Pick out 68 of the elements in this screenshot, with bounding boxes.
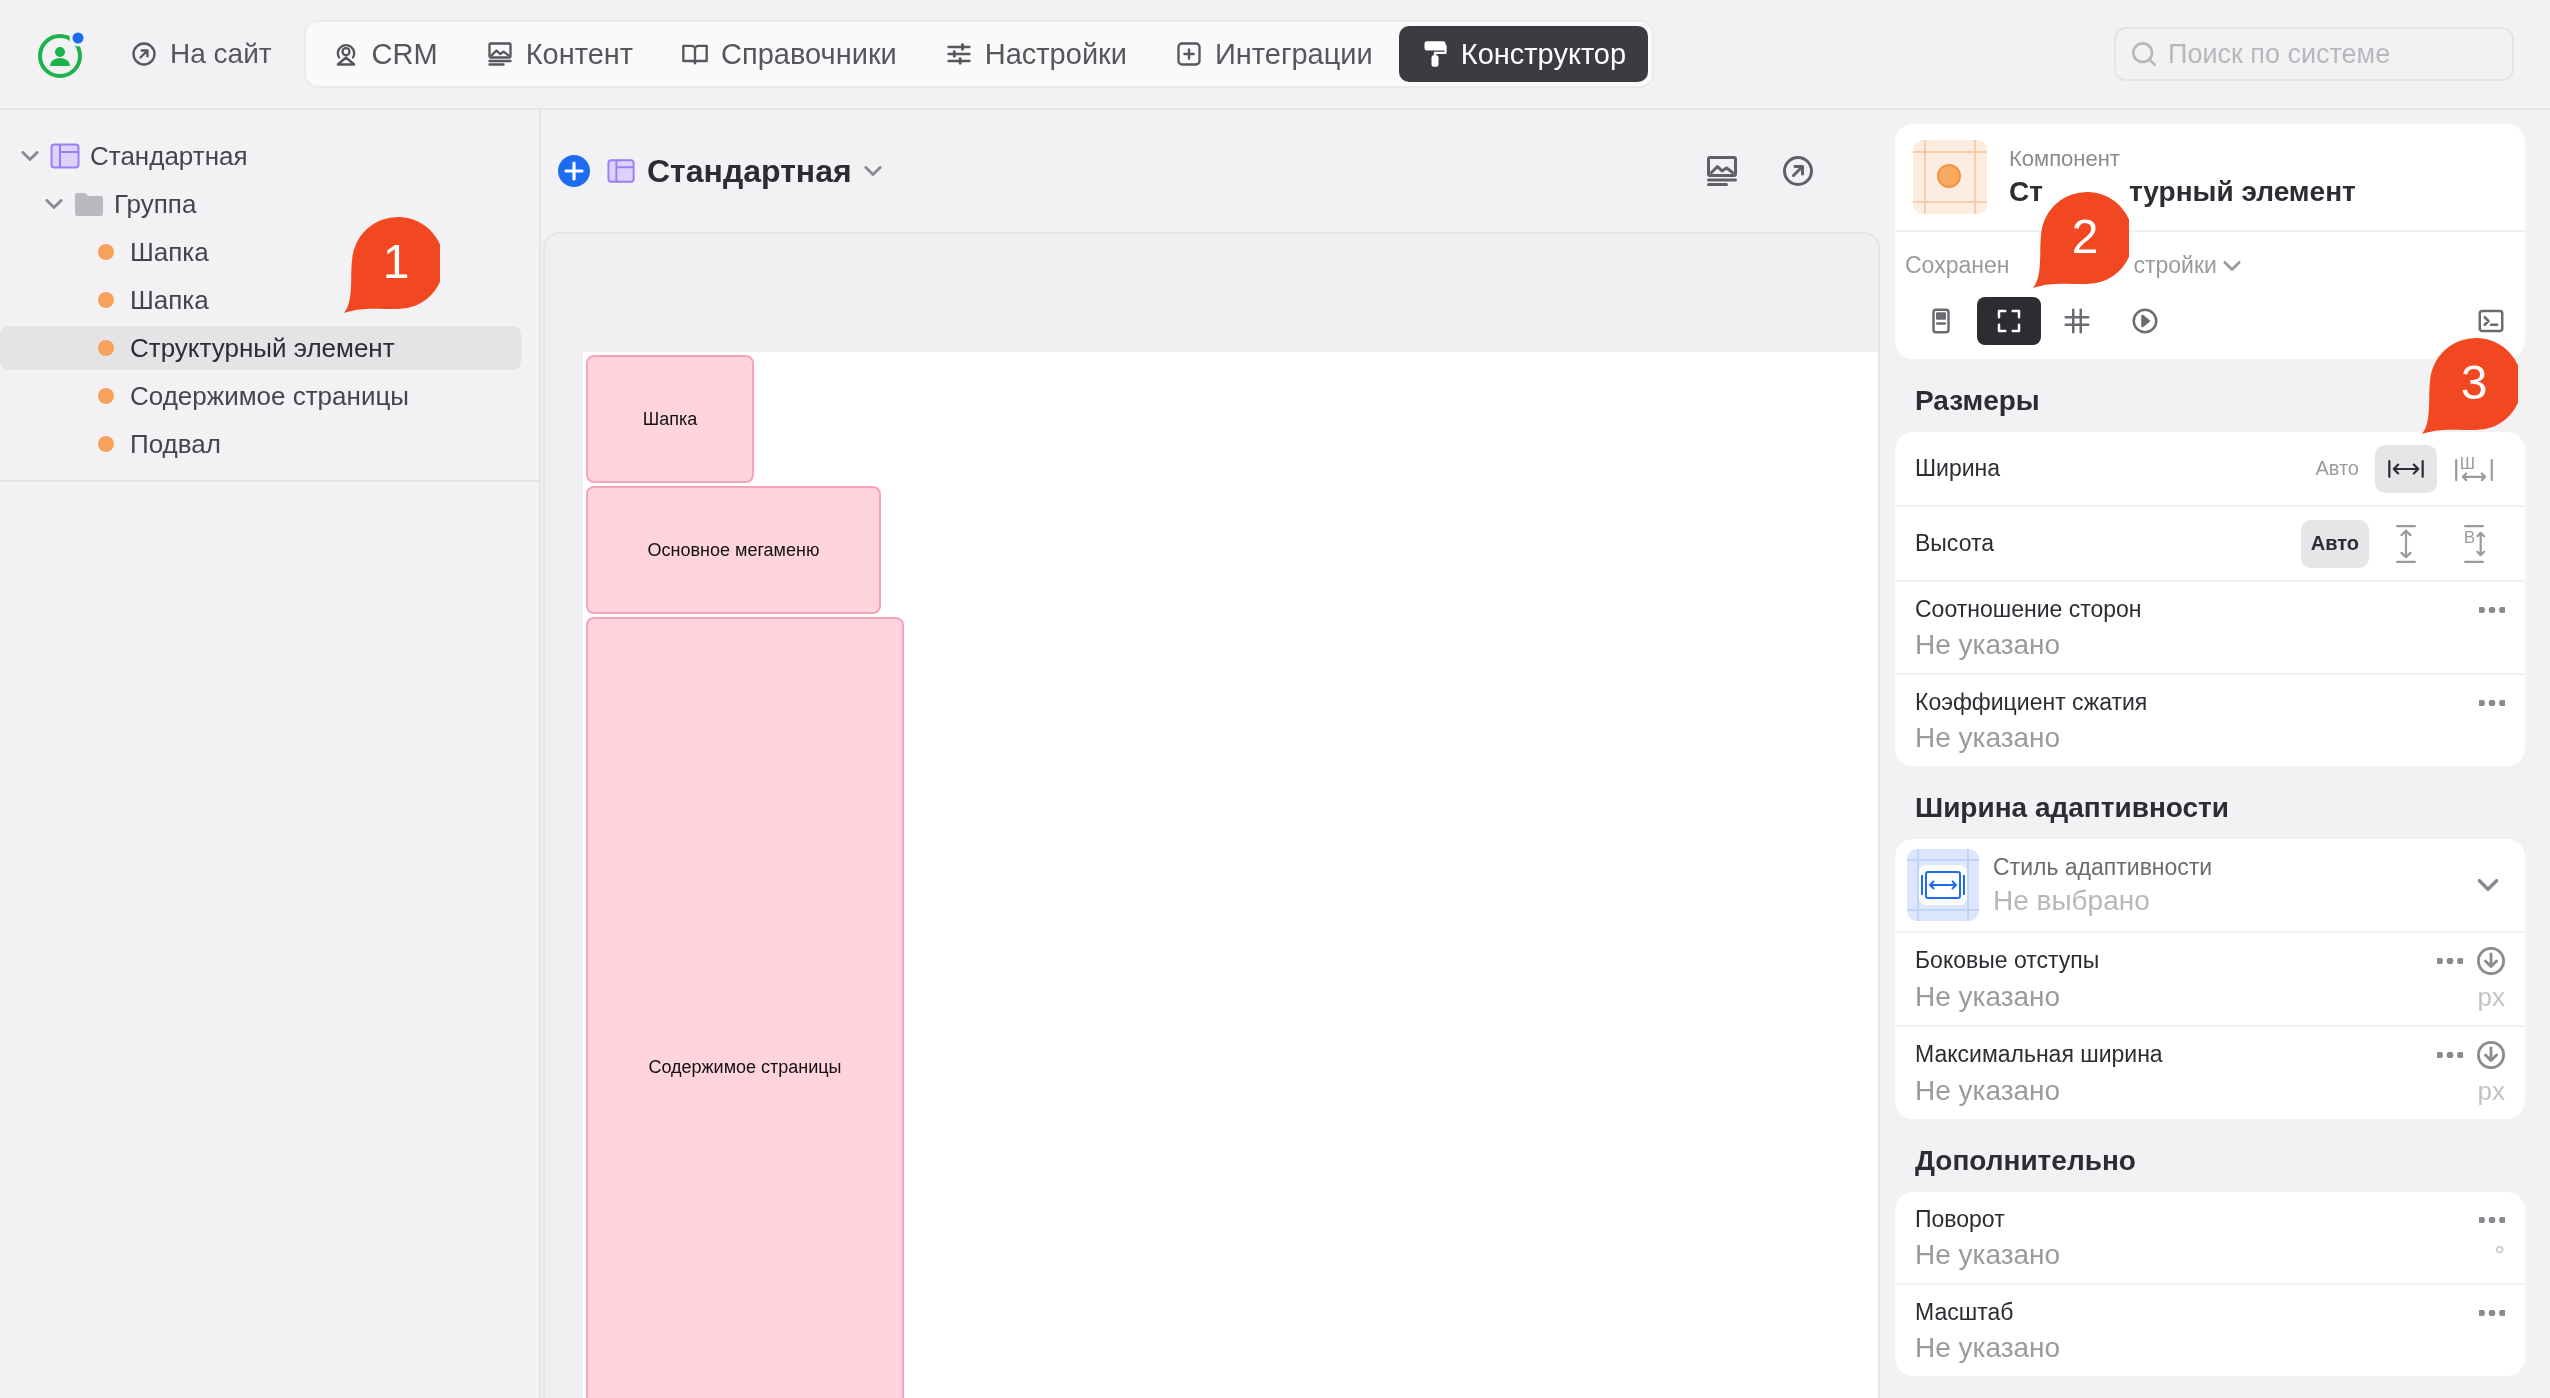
mode-icon-option[interactable] [2375,444,2437,493]
adaptive-width-icon [1907,849,1979,921]
nav-tab[interactable]: Контент [463,26,656,82]
tree-item[interactable]: Структурный элемент [0,326,521,370]
element-dot [98,340,114,356]
layout-icon [50,143,80,169]
add-icon[interactable] [557,154,591,188]
grid-icon [2062,306,2092,336]
site-link[interactable]: На сайт [112,26,290,82]
element-dot [98,292,114,308]
chevron-down-icon [2222,260,2241,271]
block[interactable]: Основное мегаменю [586,486,881,614]
chevron-down-icon [2477,879,2499,891]
open-link-icon [1780,153,1816,189]
field-label: Соотношение сторон [1915,596,2142,623]
element-dot [98,244,114,260]
play-icon [2130,306,2160,336]
tree-item[interactable]: Подвал [0,422,233,466]
unit-label: px [2477,982,2505,1013]
search-icon [2132,42,2156,66]
unit-label: px [2477,1076,2505,1107]
nav-tab[interactable]: Справочники [659,26,919,82]
mode-option[interactable]: Авто [2300,519,2369,568]
tree-item[interactable]: Содержимое страницы [0,374,421,418]
tree-item[interactable]: Шапка [0,230,221,274]
more-icon [2479,699,2505,706]
field-label: Ширина [1915,455,2001,482]
section-title: Размеры [1915,384,2040,418]
arrow-circle-icon [130,40,158,68]
component-icon [1913,140,1987,214]
field-label: Коэффициент сжатия [1915,689,2148,716]
layout-icon [607,158,635,184]
more-icon [2479,606,2505,613]
more-icon [2479,1309,2505,1316]
folder-icon [74,191,104,217]
component-name: турный элемент [2128,176,2356,207]
element-dot [98,388,114,404]
field-label: Высота [1915,530,1994,557]
field-label: Боковые отступы [1915,947,2100,975]
chevron-down-icon [863,166,882,176]
tool-tab[interactable] [1977,297,2041,345]
field-label: Максимальная ширина [1915,1041,2163,1069]
more-icon [2437,1052,2463,1058]
more-icon [2437,958,2463,964]
field-label: Масштаб [1915,1299,2014,1326]
preview-icon [1704,153,1740,189]
more-icon [2479,1216,2505,1223]
section-title: Ширина адаптивности [1915,791,2230,825]
unit-label: ° [2494,1240,2505,1271]
tree-item[interactable]: Группа [0,182,209,226]
component-caption: Компонент [2009,146,2121,172]
style-select[interactable]: Стиль адаптивности Не выбрано [1895,839,2525,931]
section-title: Дополнительно [1915,1144,2136,1178]
sliders-icon [944,40,973,68]
block[interactable]: Содержимое страницы [586,617,904,1398]
nav-tab[interactable]: CRM [309,26,460,82]
tree-item[interactable]: Шапка [0,278,221,322]
search-field[interactable]: Поиск по системе [2114,27,2514,81]
element-dot [98,436,114,452]
nav-tab[interactable]: Интеграции [1152,26,1395,82]
plus-icon [1174,40,1203,68]
picture-icon [485,40,514,68]
tree-item[interactable]: Стандартная [0,134,260,178]
block[interactable]: Шапка [586,355,754,483]
nav-tab[interactable]: Конструктор [1398,26,1649,82]
nav-tab[interactable]: Настройки [922,26,1149,82]
layout-selector[interactable]: Стандартная [607,152,882,190]
field-label: Поворот [1915,1206,2005,1233]
